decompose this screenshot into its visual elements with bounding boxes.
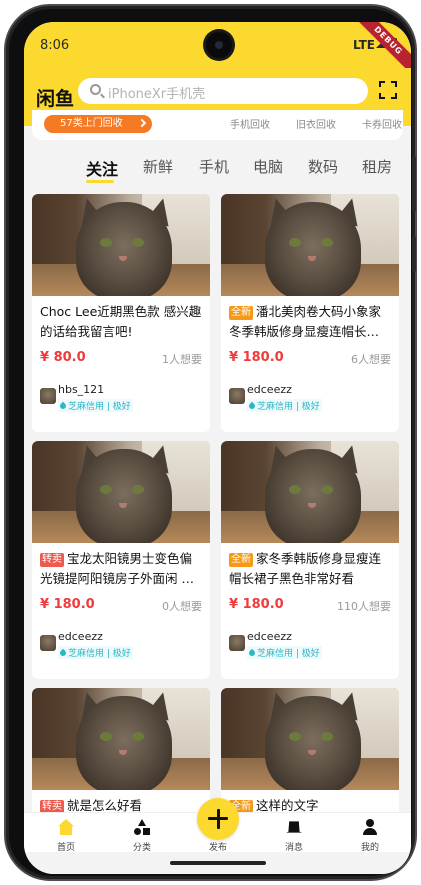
nav-category[interactable]: 分类 bbox=[112, 813, 172, 853]
sesame-icon bbox=[58, 648, 68, 658]
front-camera bbox=[206, 32, 232, 58]
avatar[interactable] bbox=[40, 635, 56, 651]
power-button bbox=[412, 236, 416, 272]
product-title: Choc Lee近期黑色款 感兴趣的话给我留言吧! bbox=[40, 302, 204, 342]
seller-name[interactable]: edceezz bbox=[247, 630, 292, 643]
recycle-pill-label: 57类上门回收 bbox=[60, 118, 123, 129]
product-image bbox=[32, 441, 210, 543]
seller-name[interactable]: edceezz bbox=[247, 383, 292, 396]
product-card[interactable]: 全新 潘北美肉卷大码小象家冬季韩版修身显瘦连帽长… ¥ 180.0 6人想要 edcee… bbox=[221, 194, 399, 432]
product-feed: Choc Lee近期黑色款 感兴趣的话给我留言吧! ¥ 80.0 1人想要 hbs_1… bbox=[24, 194, 411, 816]
home-icon bbox=[58, 819, 74, 835]
avatar[interactable] bbox=[229, 388, 245, 404]
card-recycle-link[interactable]: 卡券回收 bbox=[362, 116, 402, 131]
status-bar: 8:06 LTE DEBUG bbox=[24, 22, 411, 78]
sesame-icon bbox=[58, 401, 68, 411]
product-title-text: Choc Lee近期黑色款 感兴趣的话给我留言吧! bbox=[40, 304, 202, 339]
credit-text: 芝麻信用 | 极好 bbox=[68, 649, 131, 659]
recycle-strip: 57类上门回收 手机回收 旧衣回收 卡券回收 bbox=[32, 110, 403, 140]
recycle-pill-button[interactable]: 57类上门回收 bbox=[44, 115, 152, 133]
product-title: 全新 潘北美肉卷大码小象家冬季韩版修身显瘦连帽长… bbox=[229, 302, 393, 342]
want-count: 1人想要 bbox=[162, 353, 202, 366]
nav-me[interactable]: 我的 bbox=[340, 813, 400, 853]
tab-fresh[interactable]: 新鲜 bbox=[143, 156, 173, 177]
search-input[interactable]: iPhoneXr手机壳 bbox=[78, 78, 368, 104]
product-card[interactable]: 转卖 宝龙太阳镜男士变色偏光镜提阿阳镜房子外面闲 … ¥ 180.0 0人想要 edce… bbox=[32, 441, 210, 679]
product-price: ¥ 180.0 bbox=[40, 597, 95, 612]
app-screen: 8:06 LTE DEBUG 闲鱼 iPhoneXr手机壳 57类上门回收 手机… bbox=[24, 22, 411, 874]
want-count: 6人想要 bbox=[351, 353, 391, 366]
app-logo: 闲鱼 bbox=[36, 88, 75, 110]
seller-name[interactable]: edceezz bbox=[58, 630, 103, 643]
volume-button bbox=[412, 156, 416, 212]
product-image bbox=[32, 688, 210, 790]
bell-icon bbox=[286, 821, 302, 833]
product-tag: 全新 bbox=[229, 553, 253, 567]
product-price: ¥ 80.0 bbox=[40, 350, 86, 365]
credit-text: 芝麻信用 | 极好 bbox=[257, 402, 320, 412]
credit-badge: 芝麻信用 | 极好 bbox=[58, 399, 133, 412]
clothes-recycle-link[interactable]: 旧衣回收 bbox=[296, 116, 336, 131]
tab-computer[interactable]: 电脑 bbox=[253, 156, 283, 177]
category-icon bbox=[134, 819, 150, 835]
sesame-icon bbox=[247, 648, 257, 658]
nav-messages[interactable]: 消息 bbox=[264, 813, 324, 853]
tab-follow[interactable]: 关注 bbox=[86, 156, 118, 180]
want-count: 0人想要 bbox=[162, 600, 202, 613]
nav-home[interactable]: 首页 bbox=[36, 813, 96, 853]
scan-icon[interactable] bbox=[379, 81, 397, 99]
product-title-text: 这样的文字 bbox=[256, 798, 319, 813]
credit-text: 芝麻信用 | 极好 bbox=[68, 402, 131, 412]
phone-recycle-link[interactable]: 手机回收 bbox=[230, 116, 270, 131]
product-card[interactable]: 转卖 就是怎么好看 bbox=[32, 688, 210, 816]
publish-button[interactable] bbox=[197, 798, 239, 840]
search-placeholder: iPhoneXr手机壳 bbox=[108, 87, 206, 102]
status-time: 8:06 bbox=[40, 38, 70, 53]
product-image bbox=[221, 441, 399, 543]
product-title: 全新 家冬季韩版修身显瘦连帽长裙子黑色非常好看 bbox=[229, 549, 393, 589]
tab-phone[interactable]: 手机 bbox=[199, 156, 229, 177]
sesame-icon bbox=[247, 401, 257, 411]
credit-badge: 芝麻信用 | 极好 bbox=[58, 646, 133, 659]
credit-badge: 芝麻信用 | 极好 bbox=[247, 646, 322, 659]
tab-digital[interactable]: 数码 bbox=[308, 156, 338, 177]
product-price: ¥ 180.0 bbox=[229, 597, 284, 612]
network-indicator: LTE bbox=[352, 38, 375, 52]
product-image bbox=[221, 688, 399, 790]
avatar[interactable] bbox=[229, 635, 245, 651]
active-tab-indicator bbox=[86, 180, 114, 183]
product-title: 转卖 宝龙太阳镜男士变色偏光镜提阿阳镜房子外面闲 … bbox=[40, 549, 204, 589]
credit-badge: 芝麻信用 | 极好 bbox=[247, 399, 322, 412]
chevron-right-icon bbox=[137, 118, 147, 128]
credit-text: 芝麻信用 | 极好 bbox=[257, 649, 320, 659]
product-card[interactable]: 全新 这样的文字 bbox=[221, 688, 399, 816]
user-icon bbox=[362, 819, 378, 835]
category-tabs: 关注 新鲜 手机 电脑 数码 租房 bbox=[24, 150, 411, 186]
search-icon bbox=[90, 84, 101, 95]
product-card[interactable]: 全新 家冬季韩版修身显瘦连帽长裙子黑色非常好看 ¥ 180.0 110人想要 edcee… bbox=[221, 441, 399, 679]
product-image bbox=[32, 194, 210, 296]
want-count: 110人想要 bbox=[337, 600, 391, 613]
product-image bbox=[221, 194, 399, 296]
product-title-text: 就是怎么好看 bbox=[67, 798, 143, 813]
home-indicator-bar bbox=[24, 852, 411, 874]
product-card[interactable]: Choc Lee近期黑色款 感兴趣的话给我留言吧! ¥ 80.0 1人想要 hbs_1… bbox=[32, 194, 210, 432]
seller-name[interactable]: hbs_121 bbox=[58, 383, 104, 396]
avatar[interactable] bbox=[40, 388, 56, 404]
tab-rental[interactable]: 租房 bbox=[362, 156, 392, 177]
product-price: ¥ 180.0 bbox=[229, 350, 284, 365]
product-tag: 转卖 bbox=[40, 553, 64, 567]
phone-frame: 8:06 LTE DEBUG 闲鱼 iPhoneXr手机壳 57类上门回收 手机… bbox=[4, 4, 417, 881]
product-tag: 全新 bbox=[229, 306, 253, 320]
